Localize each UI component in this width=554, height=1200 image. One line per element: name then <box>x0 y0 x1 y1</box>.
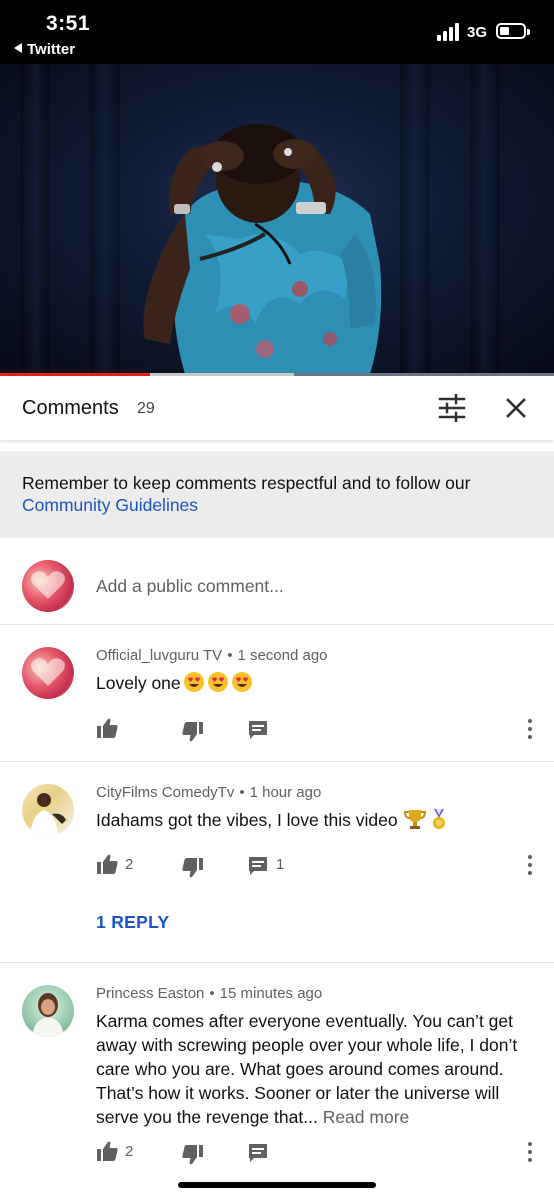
heart-eyes-emoji-icon <box>207 672 228 692</box>
network-type: 3G <box>467 24 488 41</box>
status-bar: 3:51 Twitter 3G <box>0 0 554 64</box>
notice-text: Remember to keep comments respectful and… <box>22 473 471 493</box>
comment-meta: Official_luvguru TV • 1 second ago <box>96 647 328 664</box>
add-comment-input[interactable]: Add a public comment... <box>96 576 284 597</box>
like-count: 2 <box>125 1143 134 1160</box>
comment-text: Karma comes after everyone eventually. Y… <box>96 1011 518 1127</box>
like-icon[interactable] <box>96 1140 118 1164</box>
comment-author[interactable]: CityFilms ComedyTv <box>96 784 234 801</box>
comment-author[interactable]: Official_luvguru TV <box>96 647 222 664</box>
comment-time: 1 hour ago <box>249 784 322 801</box>
like-icon[interactable] <box>96 853 118 877</box>
video-frame-performer <box>143 124 382 374</box>
comment-item: CityFilms ComedyTv • 1 hour ago Idahams go… <box>0 762 554 963</box>
dislike-icon[interactable] <box>182 857 204 881</box>
comment-actions: 2 <box>96 1140 536 1167</box>
comment-time: 1 second ago <box>237 647 328 664</box>
medal-icon <box>433 809 446 829</box>
close-icon[interactable] <box>502 394 530 422</box>
comment-item: Official_luvguru TV • 1 second ago Lovely … <box>0 625 554 762</box>
dislike-icon[interactable] <box>182 721 204 745</box>
view-replies-link[interactable]: 1 REPLY <box>96 912 169 933</box>
dislike-icon[interactable] <box>182 1144 204 1168</box>
comment-actions: 2 1 <box>96 853 536 880</box>
comment-meta: Princess Easton • 15 minutes ago <box>96 985 323 1002</box>
person-icon <box>32 993 64 1037</box>
comment-text: Idahams got the vibes, I love this video <box>96 808 536 832</box>
comment-actions <box>96 717 536 744</box>
home-indicator[interactable] <box>178 1182 376 1188</box>
community-guidelines-link[interactable]: Community Guidelines <box>22 494 532 516</box>
video-player[interactable] <box>0 64 554 374</box>
sort-filter-icon[interactable] <box>436 393 468 423</box>
comment-item: Princess Easton • 15 minutes ago Karma com… <box>0 963 554 1187</box>
read-more-link[interactable]: Read more <box>323 1107 410 1127</box>
heart-icon <box>31 658 65 686</box>
comment-text: Lovely one <box>96 671 536 695</box>
more-options-icon[interactable] <box>526 1140 534 1164</box>
back-app-label: Twitter <box>27 41 76 58</box>
reply-icon[interactable] <box>248 1143 268 1167</box>
commenter-avatar[interactable] <box>22 784 74 836</box>
reply-count: 1 <box>276 856 285 873</box>
heart-eyes-emoji-icon <box>231 672 252 692</box>
clock: 3:51 <box>46 12 91 35</box>
commenter-avatar[interactable] <box>22 985 74 1037</box>
community-guidelines-notice: Remember to keep comments respectful and… <box>0 451 554 538</box>
commenter-avatar[interactable] <box>22 647 74 699</box>
battery-icon <box>496 23 530 39</box>
back-to-app-link[interactable]: Twitter <box>14 41 75 58</box>
reply-icon[interactable] <box>248 720 268 744</box>
heart-icon <box>31 571 65 599</box>
heart-eyes-emoji-icon <box>183 672 204 692</box>
comments-title: Comments <box>22 397 119 419</box>
add-comment-row[interactable]: Add a public comment... <box>0 538 554 625</box>
back-arrow-icon <box>14 43 22 53</box>
like-count: 2 <box>125 856 134 873</box>
more-options-icon[interactable] <box>526 717 534 741</box>
comments-header: Comments 29 <box>0 376 554 440</box>
comment-meta: CityFilms ComedyTv • 1 hour ago <box>96 784 322 801</box>
current-user-avatar <box>22 560 74 612</box>
reply-icon[interactable] <box>248 856 268 880</box>
comments-count: 29 <box>137 400 155 417</box>
like-icon[interactable] <box>96 717 118 741</box>
more-options-icon[interactable] <box>526 853 534 877</box>
signal-strength-icon <box>437 23 461 41</box>
person-icon <box>30 793 66 836</box>
trophy-icon <box>404 810 427 829</box>
comment-time: 15 minutes ago <box>219 985 323 1002</box>
comment-author[interactable]: Princess Easton <box>96 985 204 1002</box>
